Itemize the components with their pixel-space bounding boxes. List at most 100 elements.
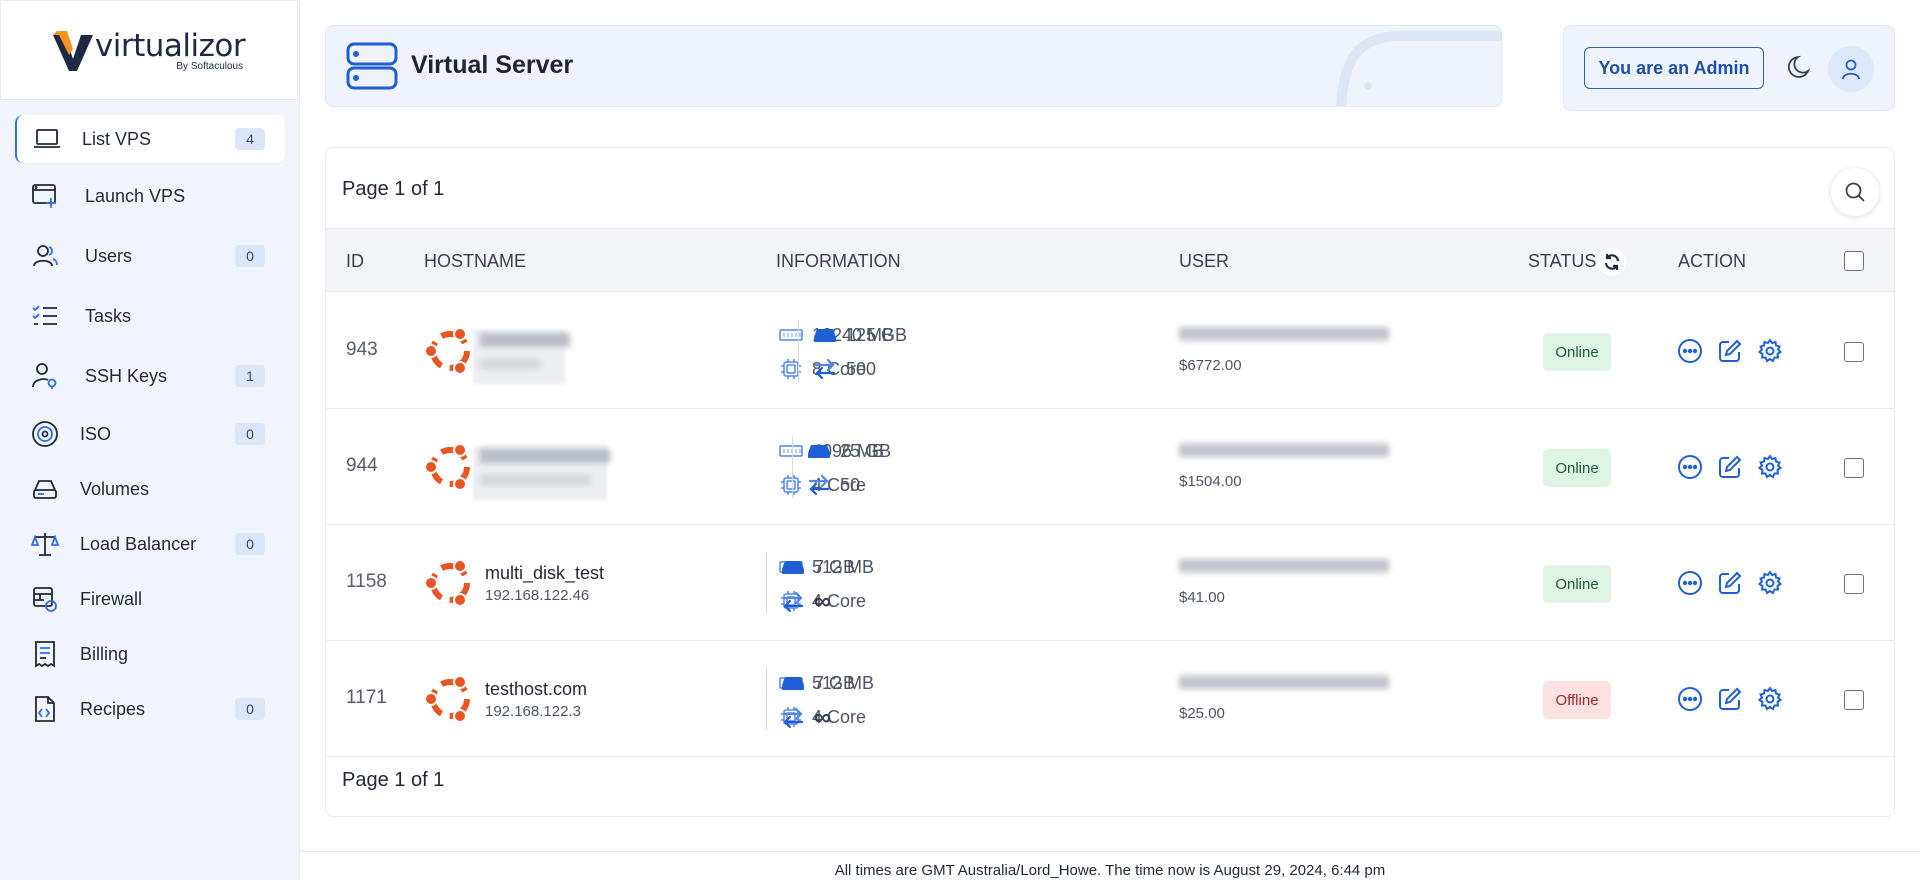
footer-time: All times are GMT Australia/Lord_Howe. T… <box>834 862 1386 879</box>
scale-icon <box>31 530 59 558</box>
transfer-arrows-icon <box>780 705 806 731</box>
sidebar-item-label: List VPS <box>82 128 152 149</box>
settings-button[interactable] <box>1756 453 1784 481</box>
status-badge: Online <box>1543 449 1611 487</box>
user-avatar-icon[interactable] <box>1828 46 1874 92</box>
redacted-user-email <box>1179 675 1389 694</box>
page-indicator-bottom: Page 1 of 1 <box>342 769 445 791</box>
edit-button[interactable] <box>1716 337 1744 365</box>
status-badge: Offline <box>1543 681 1611 719</box>
page-header: Virtual Server <box>325 25 1502 107</box>
admin-button[interactable]: You are an Admin <box>1584 47 1764 89</box>
sidebar-item-label: Recipes <box>80 698 146 719</box>
gear-icon <box>1757 570 1783 595</box>
laptop-icon <box>33 125 61 153</box>
ubuntu-logo-icon <box>424 441 476 498</box>
disk-value: 25 GB <box>840 440 892 461</box>
count-badge: 0 <box>235 533 265 555</box>
row-checkbox[interactable] <box>1844 458 1864 478</box>
bandwidth-value: 50 <box>840 474 861 495</box>
more-options-button[interactable] <box>1676 337 1704 365</box>
count-badge: 4 <box>235 128 265 150</box>
sidebar-item-firewall[interactable]: Firewall <box>15 575 285 623</box>
edit-button[interactable] <box>1716 453 1744 481</box>
column-user[interactable]: USER <box>1179 229 1229 293</box>
search-button[interactable] <box>1831 168 1879 216</box>
receipt-icon <box>31 640 59 668</box>
sidebar-item-launch-vps[interactable]: Launch VPS <box>15 172 285 220</box>
transfer-arrows-icon <box>780 589 806 615</box>
disk-info: 25 GB <box>806 438 891 464</box>
vps-id: 1158 <box>346 571 387 592</box>
sidebar-item-recipes[interactable]: Recipes 0 <box>15 685 285 733</box>
disk-info: 125 GB <box>812 322 907 348</box>
row-checkbox[interactable] <box>1844 690 1864 710</box>
disc-icon <box>31 420 59 448</box>
count-badge: 1 <box>235 365 265 387</box>
page-indicator-top: Page 1 of 1 <box>342 178 445 200</box>
bandwidth-info: ∞ <box>780 588 831 616</box>
redacted-text <box>480 475 590 485</box>
edit-button[interactable] <box>1716 685 1744 713</box>
sidebar: virtualizor By Softaculous List VPS 4 La… <box>0 0 300 880</box>
disk-icon <box>806 438 832 464</box>
disk-info: 7 GB <box>780 670 855 696</box>
settings-button[interactable] <box>1756 685 1784 713</box>
edit-icon <box>1719 571 1742 594</box>
sidebar-item-ssh-keys[interactable]: SSH Keys 1 <box>15 352 285 400</box>
cpu-icon <box>778 472 804 498</box>
gear-icon <box>1757 338 1783 363</box>
bandwidth-value: 500 <box>846 358 877 379</box>
hard-drive-icon <box>31 475 59 503</box>
user-balance: $6772.00 <box>1179 357 1242 374</box>
status-badge: Online <box>1543 333 1611 371</box>
more-options-button[interactable] <box>1676 569 1704 597</box>
redacted-user-email <box>1179 327 1389 346</box>
sidebar-item-users[interactable]: Users 0 <box>15 232 285 280</box>
bandwidth-info: ∞ <box>780 704 831 732</box>
ram-icon <box>778 322 804 348</box>
window-plus-icon <box>31 182 59 210</box>
sidebar-item-volumes[interactable]: Volumes <box>15 465 285 513</box>
user-balance: $41.00 <box>1179 589 1225 606</box>
select-all-checkbox[interactable] <box>1844 251 1864 271</box>
edit-button[interactable] <box>1716 569 1744 597</box>
ram-icon <box>778 438 804 464</box>
brand-logo[interactable]: virtualizor By Softaculous <box>0 0 298 100</box>
redacted-user-email <box>1179 443 1389 462</box>
column-status[interactable]: STATUS <box>1528 229 1596 293</box>
more-options-button[interactable] <box>1676 685 1704 713</box>
brand-name: virtualizor <box>94 27 246 64</box>
vps-hostname[interactable]: multi_disk_test <box>485 563 604 584</box>
gear-icon <box>1757 454 1783 479</box>
vps-table-card: Page 1 of 1 ID HOSTNAME INFORMATION USER… <box>325 147 1895 817</box>
sidebar-item-list-vps[interactable]: List VPS 4 <box>15 115 285 163</box>
row-checkbox[interactable] <box>1844 342 1864 362</box>
settings-button[interactable] <box>1756 569 1784 597</box>
ubuntu-logo-icon <box>424 325 476 382</box>
sidebar-item-iso[interactable]: ISO 0 <box>15 410 285 458</box>
refresh-status-button[interactable] <box>1598 248 1626 276</box>
count-badge: 0 <box>235 245 265 267</box>
server-icon <box>346 42 398 95</box>
row-checkbox[interactable] <box>1844 574 1864 594</box>
column-hostname[interactable]: HOSTNAME <box>424 229 526 293</box>
sidebar-item-billing[interactable]: Billing <box>15 630 285 678</box>
sidebar-item-label: Load Balancer <box>80 533 197 554</box>
table-row: 1158 multi_disk_test 192.168.122.46 512 … <box>326 525 1894 641</box>
cpu-icon <box>778 356 804 382</box>
disk-icon <box>780 554 806 580</box>
settings-button[interactable] <box>1756 337 1784 365</box>
vps-hostname[interactable]: testhost.com <box>485 679 587 700</box>
more-options-button[interactable] <box>1676 453 1704 481</box>
table-row: 1171 testhost.com 192.168.122.3 512 MB 4… <box>326 641 1894 757</box>
sidebar-item-label: Volumes <box>80 478 150 499</box>
sidebar-item-load-balancer[interactable]: Load Balancer 0 <box>15 520 285 568</box>
dark-mode-toggle-icon[interactable] <box>1786 52 1816 87</box>
sidebar-item-label: ISO <box>80 423 112 444</box>
transfer-arrows-icon <box>806 472 832 498</box>
sidebar-item-tasks[interactable]: Tasks <box>15 292 285 340</box>
column-id[interactable]: ID <box>346 229 364 293</box>
ubuntu-logo-icon <box>424 673 476 730</box>
search-icon <box>1845 182 1865 202</box>
